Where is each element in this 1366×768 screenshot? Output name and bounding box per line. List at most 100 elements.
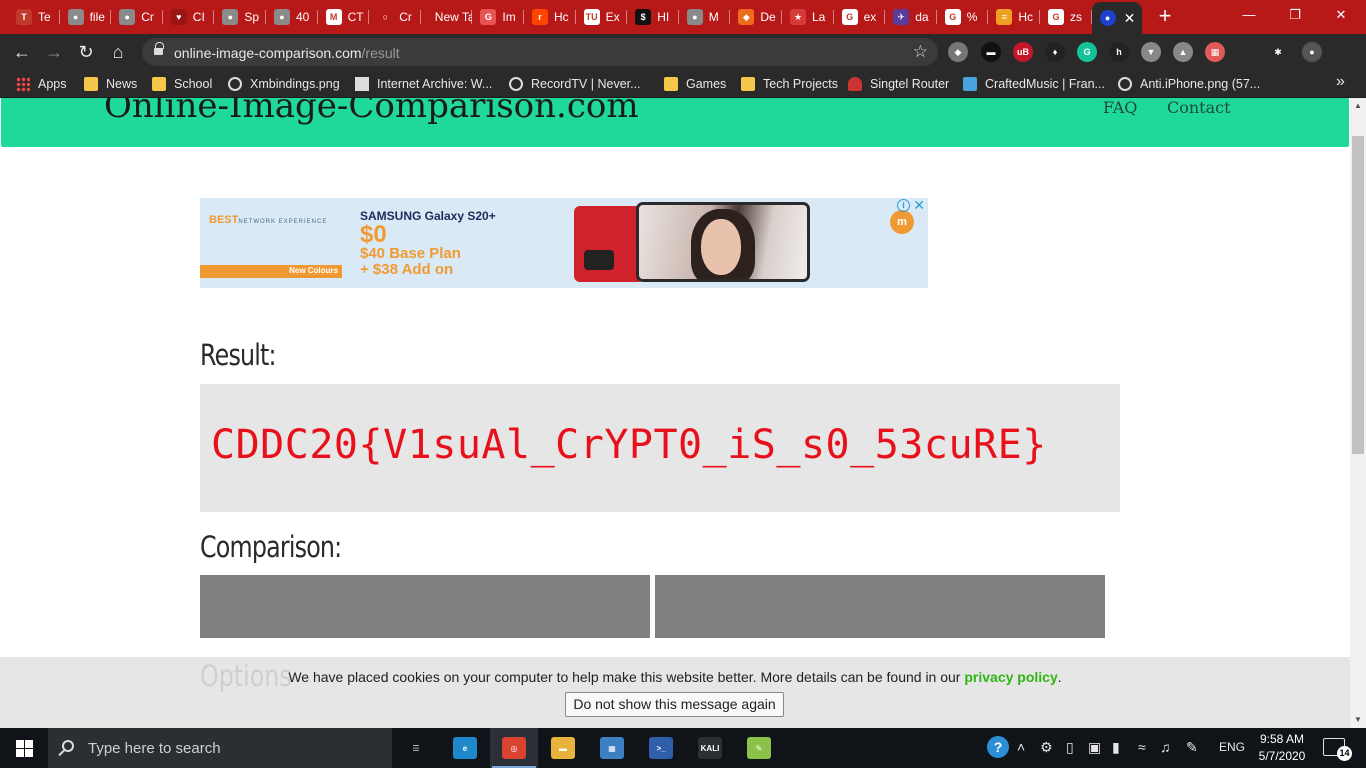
ad-close-icon[interactable]: ✕ — [913, 198, 925, 214]
battery-icon[interactable]: ▮ — [1112, 739, 1120, 756]
bookmark-item[interactable]: Singtel Router — [848, 75, 949, 93]
browser-tab[interactable]: ● M — [679, 4, 731, 30]
browser-tab[interactable]: Gzs — [1040, 4, 1092, 30]
mask-icon[interactable]: ▬ — [981, 42, 1001, 62]
browser-tab[interactable]: G Im — [472, 4, 524, 30]
task-view-icon[interactable]: ☰ — [392, 728, 440, 768]
bookmark-label: School — [174, 77, 213, 91]
control-panel-icon[interactable]: ▦ — [588, 728, 636, 768]
bookmark-item[interactable]: RecordTV | Never... — [509, 75, 641, 93]
browser-tab[interactable]: M CT — [318, 4, 370, 30]
browser-tab[interactable]: ★ La — [782, 4, 834, 30]
powershell-icon[interactable]: >_ — [637, 728, 685, 768]
adchoices-icon[interactable]: i — [897, 199, 910, 212]
close-tab-icon[interactable]: ✕ — [1124, 10, 1136, 27]
scrollbar-thumb[interactable] — [1352, 136, 1364, 454]
steam-icon[interactable]: ⚙ — [1040, 739, 1053, 756]
edge-icon[interactable]: e — [441, 728, 489, 768]
help-icon[interactable]: ? — [987, 736, 1009, 758]
minimize-button[interactable]: — — [1226, 0, 1272, 30]
url-path: /result — [361, 45, 400, 61]
grid-icon — [16, 77, 30, 91]
home-button[interactable]: ⌂ — [104, 38, 132, 66]
bookmark-item[interactable]: Games — [664, 75, 726, 93]
browser-tab[interactable]: TU Ex — [576, 4, 628, 30]
kali-icon[interactable]: KALI — [686, 728, 734, 768]
browser-tab[interactable]: ♥ CI — [163, 4, 215, 30]
h-icon[interactable]: h — [1109, 42, 1129, 62]
taskbar-search[interactable]: Type here to search — [48, 728, 392, 768]
advertisement-banner[interactable]: BESTNETWORK EXPERIENCE New Colours SAMSU… — [200, 198, 928, 288]
tab-title: De — [760, 10, 776, 24]
bookmark-item[interactable]: School — [152, 75, 212, 93]
browser-tab[interactable]: ● Cr — [111, 4, 163, 30]
puzzle-icon[interactable]: ✱ — [1268, 42, 1288, 62]
close-window-button[interactable]: ✕ — [1318, 0, 1364, 30]
grammarly-icon[interactable]: G — [1077, 42, 1097, 62]
tab-favicon-icon: G — [1048, 9, 1064, 25]
scroll-down-arrow-icon[interactable]: ▼ — [1350, 712, 1366, 728]
nav-link-faq[interactable]: FAQ — [1103, 98, 1137, 117]
volume-icon[interactable]: ♫ — [1160, 739, 1171, 755]
browser-tab[interactable]: ● 40 — [266, 4, 318, 30]
wifi-icon[interactable]: ≈ — [1138, 739, 1146, 755]
pen-icon[interactable]: ✎ — [1186, 739, 1198, 756]
palette-icon[interactable]: ▦ — [1205, 42, 1225, 62]
maximize-button[interactable]: ❐ — [1272, 0, 1318, 30]
browser-tab[interactable]: ● file — [60, 4, 112, 30]
scroll-up-arrow-icon[interactable]: ▲ — [1350, 98, 1366, 114]
drive-icon[interactable]: ▲ — [1173, 42, 1193, 62]
browser-tab[interactable]: T Te — [8, 4, 60, 30]
browser-tab[interactable]: $ HI — [627, 4, 679, 30]
action-center-icon[interactable]: 14 — [1323, 738, 1352, 761]
browser-tab[interactable]: New Ta — [421, 4, 472, 30]
address-bar[interactable]: online-image-comparison.com/result ☆ — [142, 38, 938, 66]
start-button[interactable] — [0, 728, 48, 768]
lock-icon[interactable] — [154, 42, 164, 56]
vue-icon[interactable]: ▼ — [1141, 42, 1161, 62]
clock[interactable]: 9:58 AM 5/7/2020 — [1252, 731, 1312, 765]
tray-chevron-icon[interactable]: ˄ — [1017, 739, 1025, 755]
browser-tab[interactable]: ≡ Hc — [988, 4, 1040, 30]
browser-tab[interactable]: Gex — [834, 4, 886, 30]
notepadpp-icon[interactable]: ✎ — [735, 728, 783, 768]
active-tab[interactable]: ● ✕ — [1091, 2, 1142, 34]
bookmark-item[interactable]: Apps — [16, 75, 67, 93]
folder-icon — [84, 77, 98, 91]
browser-tab[interactable]: ✈ da — [885, 4, 937, 30]
page-scrollbar[interactable]: ▲ ▼ — [1350, 98, 1366, 728]
url-text[interactable]: online-image-comparison.com/result — [174, 45, 400, 61]
file-explorer-icon[interactable]: ▬ — [539, 728, 587, 768]
browser-tab[interactable]: ◆ De — [730, 4, 782, 30]
ublock-icon[interactable]: uB — [1013, 42, 1033, 62]
browser-tab[interactable]: r Hc — [524, 4, 576, 30]
browser-tab[interactable]: G% — [937, 4, 989, 30]
tab-favicon-icon: ✈ — [893, 9, 910, 25]
dismiss-cookie-button[interactable]: Do not show this message again — [565, 692, 784, 717]
bookmark-item[interactable]: CraftedMusic | Fran... — [963, 75, 1105, 93]
bookmark-item[interactable]: Anti.iPhone.png (57... — [1118, 75, 1260, 93]
reload-button[interactable]: ↻ — [72, 38, 100, 66]
bookmark-star-icon[interactable]: ☆ — [913, 42, 928, 62]
usb-icon[interactable]: ▯ — [1066, 739, 1074, 756]
display-icon[interactable]: ▣ — [1088, 739, 1101, 756]
language-indicator[interactable]: ENG — [1219, 740, 1245, 754]
site-logo[interactable]: Online-Image-Comparison.com — [104, 98, 639, 126]
browser-tab[interactable]: ○ Cr — [369, 4, 421, 30]
bookmark-item[interactable]: Xmbindings.png — [228, 75, 340, 93]
privacy-policy-link[interactable]: privacy policy — [964, 669, 1057, 685]
browser-tab[interactable]: ● Sp — [214, 4, 266, 30]
back-button[interactable]: ← — [8, 38, 36, 66]
web-page: Online-Image-Comparison.com FAQ Contact … — [0, 98, 1350, 728]
profile-avatar[interactable]: ● — [1302, 42, 1322, 62]
new-tab-button[interactable]: + — [1154, 5, 1176, 27]
chrome-icon[interactable]: ◎ — [490, 728, 538, 768]
bookmark-item[interactable]: News — [84, 75, 137, 93]
bookmark-item[interactable]: Internet Archive: W... — [355, 75, 492, 93]
nav-link-contact[interactable]: Contact — [1167, 98, 1231, 117]
forward-button[interactable]: → — [40, 38, 68, 66]
bookmarks-overflow-button[interactable]: » — [1336, 73, 1345, 91]
wrench-icon[interactable]: ♦ — [1045, 42, 1065, 62]
bookmark-item[interactable]: Tech Projects — [741, 75, 838, 93]
shield-icon[interactable]: ◆ — [948, 42, 968, 62]
